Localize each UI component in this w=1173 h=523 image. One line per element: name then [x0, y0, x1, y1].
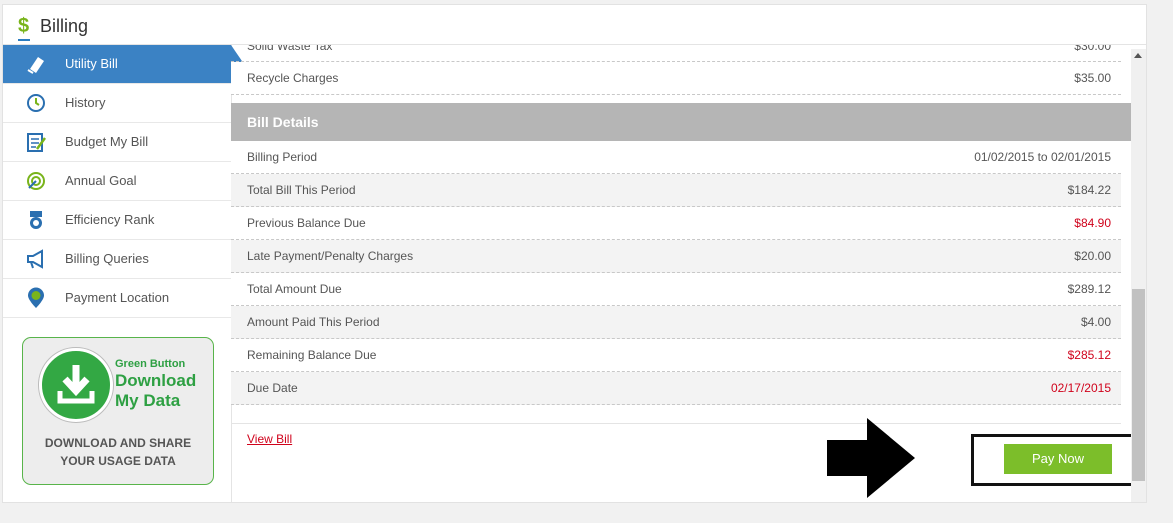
medal-icon — [30, 211, 42, 229]
goal-icon — [27, 172, 45, 190]
detail-row-total-bill: Total Bill This Period $184.22 — [231, 174, 1121, 207]
detail-row-late-payment: Late Payment/Penalty Charges $20.00 — [231, 240, 1121, 273]
green-button-title-line2: My Data — [115, 391, 181, 410]
detail-value: $289.12 — [1067, 282, 1111, 296]
charge-label: Recycle Charges — [247, 71, 339, 85]
bill-content: Solid Waste Tax $30.00 Recycle Charges $… — [231, 45, 1131, 502]
green-button-title: Download My Data — [115, 371, 211, 411]
page-title: Billing — [40, 16, 89, 36]
sidebar-item-billing-queries[interactable]: Billing Queries — [3, 240, 231, 279]
scroll-thumb[interactable] — [1132, 289, 1145, 481]
sidebar-item-payment-location[interactable]: Payment Location — [3, 279, 231, 318]
detail-row-remaining-balance: Remaining Balance Due $285.12 — [231, 339, 1121, 372]
green-button-caption-line2: YOUR USAGE DATA — [60, 454, 176, 468]
detail-row-billing-period: Billing Period 01/02/2015 to 02/01/2015 — [231, 141, 1121, 174]
sidebar-item-utility-bill[interactable]: Utility Bill — [3, 45, 244, 84]
bill-actions: View Bill Pay Now — [231, 423, 1131, 494]
detail-row-amount-paid: Amount Paid This Period $4.00 — [231, 306, 1121, 339]
detail-label: Due Date — [247, 381, 298, 395]
sidebar-item-budget[interactable]: Budget My Bill — [3, 123, 231, 162]
sidebar-item-label: Annual Goal — [65, 173, 137, 188]
detail-value: 02/17/2015 — [1050, 381, 1111, 395]
detail-value: 01/02/2015 to 02/01/2015 — [974, 150, 1111, 164]
detail-value: $184.22 — [1067, 183, 1111, 197]
detail-label: Remaining Balance Due — [247, 348, 377, 362]
detail-value: $20.00 — [1074, 249, 1111, 263]
detail-label: Amount Paid This Period — [247, 315, 380, 329]
sidebar-item-label: Budget My Bill — [65, 134, 149, 149]
detail-label: Total Amount Due — [247, 282, 342, 296]
sidebar-item-efficiency-rank[interactable]: Efficiency Rank — [3, 201, 231, 240]
detail-label: Late Payment/Penalty Charges — [247, 249, 414, 263]
location-icon — [28, 287, 44, 308]
detail-row-previous-balance: Previous Balance Due $84.90 — [231, 207, 1121, 240]
detail-value: $285.12 — [1067, 348, 1111, 362]
green-button-label: Green Button — [115, 358, 186, 370]
green-button-caption-line1: DOWNLOAD AND SHARE — [44, 436, 192, 450]
sidebar-item-label: Utility Bill — [65, 56, 118, 71]
view-bill-link[interactable]: View Bill — [247, 432, 292, 446]
sidebar-item-label: Efficiency Rank — [65, 212, 155, 227]
sidebar-item-label: Payment Location — [65, 290, 170, 305]
utility-bill-icon — [27, 57, 44, 74]
detail-label: Billing Period — [247, 150, 318, 164]
sidebar-item-annual-goal[interactable]: Annual Goal — [3, 162, 231, 201]
right-arrow-icon — [827, 418, 915, 498]
green-button-title-line1: Download — [115, 371, 197, 390]
budget-icon — [27, 133, 47, 152]
green-button-download-card[interactable]: Green Button Download My Data DOWNLOAD A… — [22, 337, 214, 485]
green-button-caption: DOWNLOAD AND SHARE YOUR USAGE DATA — [23, 434, 213, 470]
detail-label: Previous Balance Due — [247, 216, 366, 230]
history-icon — [27, 94, 45, 112]
content-scrollbar[interactable] — [1131, 49, 1146, 502]
detail-row-due-date: Due Date 02/17/2015 — [231, 372, 1121, 405]
download-icon — [39, 348, 113, 422]
charge-label: Solid Waste Tax — [247, 45, 333, 53]
pay-now-button[interactable]: Pay Now — [1004, 444, 1112, 474]
sidebar-item-label: Billing Queries — [65, 251, 149, 266]
panel-header: $ Billing — [3, 5, 1146, 45]
charge-row-recycle: Recycle Charges $35.00 — [231, 62, 1121, 95]
scroll-up-icon[interactable] — [1134, 53, 1142, 58]
detail-label: Total Bill This Period — [247, 183, 356, 197]
sidebar-item-history[interactable]: History — [3, 84, 231, 123]
charge-row-solid-waste-tax: Solid Waste Tax $30.00 — [231, 45, 1121, 62]
detail-row-total-amount-due: Total Amount Due $289.12 — [231, 273, 1121, 306]
billing-panel: $ Billing Utility Bill History Budget My — [2, 4, 1147, 503]
megaphone-icon — [27, 249, 43, 269]
detail-value: $4.00 — [1080, 315, 1111, 329]
pay-now-highlight-box: Pay Now — [971, 434, 1131, 486]
detail-value: $84.90 — [1074, 216, 1111, 230]
sidebar: Utility Bill History Budget My Bill Annu… — [3, 45, 244, 502]
sidebar-item-label: History — [65, 95, 106, 110]
bill-details-header: Bill Details — [231, 103, 1131, 141]
dollar-icon: $ — [18, 15, 31, 41]
charge-value: $35.00 — [1074, 71, 1111, 85]
charge-value: $30.00 — [1074, 45, 1111, 53]
